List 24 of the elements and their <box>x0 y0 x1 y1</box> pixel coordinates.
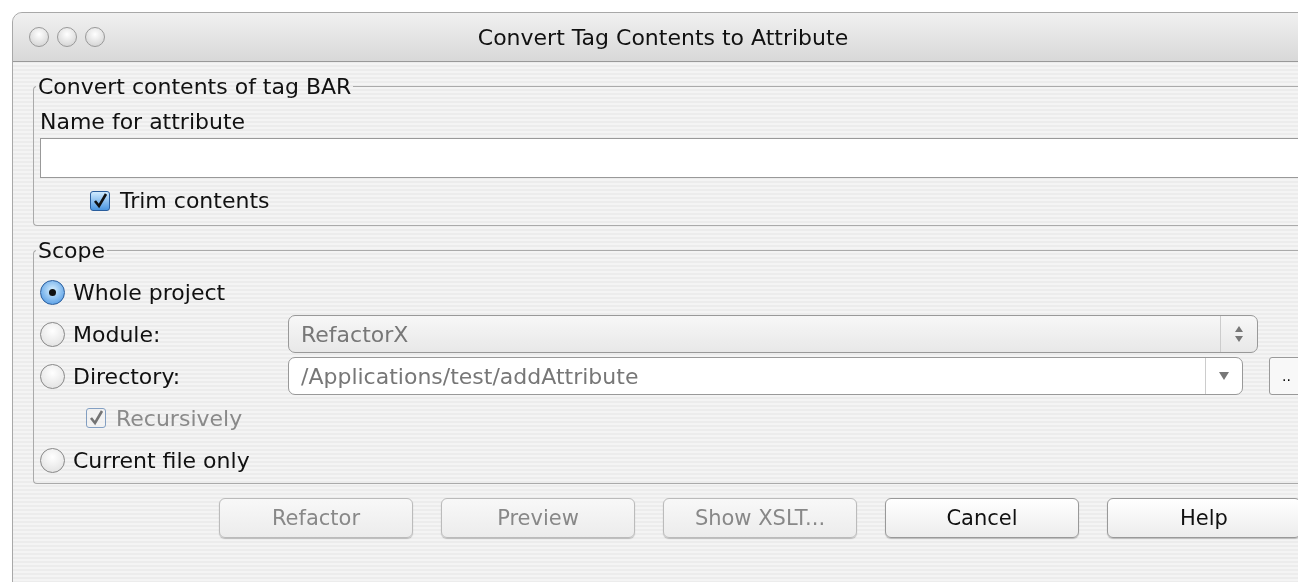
group-title: Convert contents of tag BAR <box>37 74 353 99</box>
radio-button[interactable] <box>40 447 65 473</box>
dropdown-arrow-icon[interactable] <box>1218 371 1230 381</box>
checkbox-label: Trim contents <box>120 188 270 213</box>
radio-button[interactable] <box>40 321 65 347</box>
radio-button[interactable] <box>40 279 65 305</box>
window-control-icon[interactable] <box>57 27 77 47</box>
dialog-button[interactable]: Help <box>1107 498 1298 538</box>
radio-label: Whole project <box>73 279 226 305</box>
checkbox[interactable] <box>90 190 110 211</box>
dialog-button[interactable]: Cancel <box>885 498 1079 538</box>
browse-button[interactable]: .. <box>1269 357 1298 395</box>
radio-label: Directory: <box>73 363 181 389</box>
radio-button[interactable] <box>40 363 65 389</box>
attribute-name-field[interactable] <box>40 138 1298 178</box>
window-control-icon[interactable] <box>85 27 105 47</box>
field-label: Name for attribute <box>40 109 247 134</box>
group-title: Scope <box>37 238 107 263</box>
checkbox-label: Recursively <box>116 405 243 431</box>
radio-label: Current file only <box>73 447 250 473</box>
window-control-icon[interactable] <box>29 27 49 47</box>
radio-label: Module: <box>73 321 161 347</box>
window-title: Convert Tag Contents to Attribute <box>476 24 850 50</box>
directory-combo[interactable]: /Applications/test/addAttribute <box>288 357 1243 395</box>
